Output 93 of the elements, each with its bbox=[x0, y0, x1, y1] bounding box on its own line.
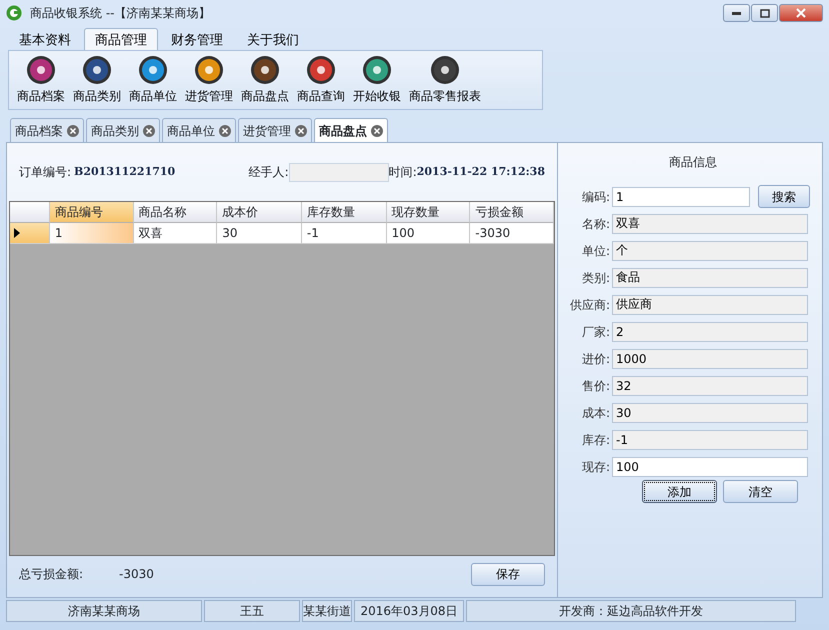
window-title: 商品收银系统 --【济南某某商场】 bbox=[30, 5, 210, 22]
status-cell: 开发商：延边高品软件开发 bbox=[466, 600, 796, 622]
input-field[interactable]: 32 bbox=[612, 376, 808, 396]
field-label: 现存: bbox=[580, 458, 610, 476]
handler-label: 经手人: bbox=[248, 164, 289, 181]
field-label: 类别: bbox=[580, 270, 610, 286]
document-tab[interactable]: 商品类别 bbox=[86, 118, 160, 142]
document-tab[interactable]: 商品单位 bbox=[162, 118, 236, 142]
field-label: 成本: bbox=[580, 404, 610, 422]
close-icon[interactable] bbox=[371, 124, 383, 136]
column-header[interactable]: 商品名称 bbox=[134, 202, 218, 223]
status-cell: 2016年03月08日 bbox=[354, 600, 464, 622]
row-header[interactable] bbox=[10, 223, 50, 244]
document-tab[interactable]: 商品盘点 bbox=[314, 118, 388, 142]
field-label: 供应商: bbox=[568, 296, 610, 314]
close-button[interactable] bbox=[779, 4, 823, 22]
input-field[interactable]: 1 bbox=[612, 186, 750, 206]
round-icon bbox=[195, 56, 223, 84]
column-header[interactable]: 库存数量 bbox=[302, 202, 387, 223]
ribbon-button[interactable]: 商品单位 bbox=[125, 55, 181, 109]
document-tab[interactable]: 进货管理 bbox=[238, 118, 312, 142]
field-label: 厂家: bbox=[580, 324, 610, 340]
row-pointer-icon bbox=[14, 228, 20, 238]
input-field[interactable]: 100 bbox=[612, 456, 808, 476]
input-field[interactable]: 1000 bbox=[612, 348, 808, 368]
ribbon-button[interactable]: 进货管理 bbox=[181, 55, 237, 109]
column-header[interactable]: 现存数量 bbox=[386, 202, 470, 223]
total-loss-label: 总亏损金额: bbox=[19, 566, 84, 583]
action-button[interactable]: 添加 bbox=[642, 480, 717, 503]
total-loss-value: -3030 bbox=[119, 566, 154, 583]
ribbon-button[interactable]: 商品查询 bbox=[293, 55, 349, 109]
table-cell: 双喜 bbox=[134, 223, 218, 244]
close-icon bbox=[796, 8, 806, 18]
menu-tab[interactable]: 商品管理 bbox=[84, 28, 158, 50]
close-icon[interactable] bbox=[67, 124, 79, 136]
order-number: B201311221710 bbox=[74, 164, 176, 180]
corner-header bbox=[10, 202, 50, 223]
field-label: 单位: bbox=[580, 242, 610, 260]
column-header[interactable]: 亏损金额 bbox=[470, 202, 554, 223]
input-field[interactable]: 食品 bbox=[612, 268, 808, 288]
document-tab[interactable]: 商品档案 bbox=[10, 118, 84, 142]
handler-field[interactable] bbox=[288, 162, 389, 182]
column-header[interactable]: 成本价 bbox=[217, 202, 302, 223]
status-cell: 济南某某商场 bbox=[6, 600, 202, 622]
maximize-button[interactable] bbox=[751, 4, 778, 22]
column-header[interactable]: 商品编号 bbox=[50, 202, 134, 223]
menu-tab[interactable]: 财务管理 bbox=[160, 28, 234, 50]
input-field[interactable]: 2 bbox=[612, 322, 808, 342]
action-button[interactable]: 清空 bbox=[723, 480, 798, 503]
minimize-icon bbox=[732, 12, 741, 14]
input-field[interactable]: -1 bbox=[612, 430, 808, 450]
table-cell: 1 bbox=[50, 223, 134, 244]
ribbon-button[interactable]: 商品档案 bbox=[13, 55, 69, 109]
round-icon bbox=[251, 56, 279, 84]
input-field[interactable]: 个 bbox=[612, 240, 808, 260]
field-label: 编码: bbox=[580, 188, 610, 206]
close-icon[interactable] bbox=[295, 124, 307, 136]
field-label: 售价: bbox=[580, 378, 610, 394]
input-field[interactable]: 双喜 bbox=[612, 214, 808, 234]
ribbon-button[interactable]: 商品零售报表 bbox=[405, 55, 485, 109]
ribbon-button[interactable]: 商品类别 bbox=[69, 55, 125, 109]
close-icon[interactable] bbox=[219, 124, 231, 136]
ribbon-button[interactable]: 商品盘点 bbox=[237, 55, 293, 109]
panel-title: 商品信息 bbox=[669, 155, 717, 169]
maximize-icon bbox=[760, 8, 770, 18]
round-icon bbox=[139, 56, 167, 84]
ribbon-button[interactable]: 开始收银 bbox=[349, 55, 405, 109]
time-label: 时间: bbox=[388, 164, 417, 181]
close-icon[interactable] bbox=[143, 124, 155, 136]
field-label: 名称: bbox=[580, 216, 610, 232]
round-icon bbox=[363, 56, 391, 84]
round-icon bbox=[307, 56, 335, 84]
field-label: 进价: bbox=[580, 350, 610, 368]
table-cell: -1 bbox=[302, 223, 387, 244]
menu-tab[interactable]: 基本资料 bbox=[8, 28, 82, 50]
order-label: 订单编号: bbox=[19, 164, 72, 181]
menu-tab[interactable]: 关于我们 bbox=[236, 28, 310, 50]
time-value: 2013-11-22 17:12:38 bbox=[416, 164, 545, 180]
input-field[interactable]: 30 bbox=[612, 402, 808, 422]
status-cell: 某某街道 bbox=[302, 600, 352, 622]
table-cell: 100 bbox=[386, 223, 470, 244]
field-label: 库存: bbox=[580, 432, 610, 448]
round-icon bbox=[431, 56, 459, 84]
status-cell: 王五 bbox=[204, 600, 300, 622]
table-cell: 30 bbox=[217, 223, 302, 244]
search-button[interactable]: 搜索 bbox=[758, 185, 810, 208]
table-cell: -3030 bbox=[470, 223, 554, 244]
save-button[interactable]: 保存 bbox=[471, 562, 545, 586]
app-logo-icon bbox=[6, 5, 22, 21]
minimize-button[interactable] bbox=[723, 4, 750, 22]
round-icon bbox=[83, 56, 111, 84]
input-field[interactable]: 供应商 bbox=[612, 294, 808, 314]
round-icon bbox=[27, 56, 55, 84]
